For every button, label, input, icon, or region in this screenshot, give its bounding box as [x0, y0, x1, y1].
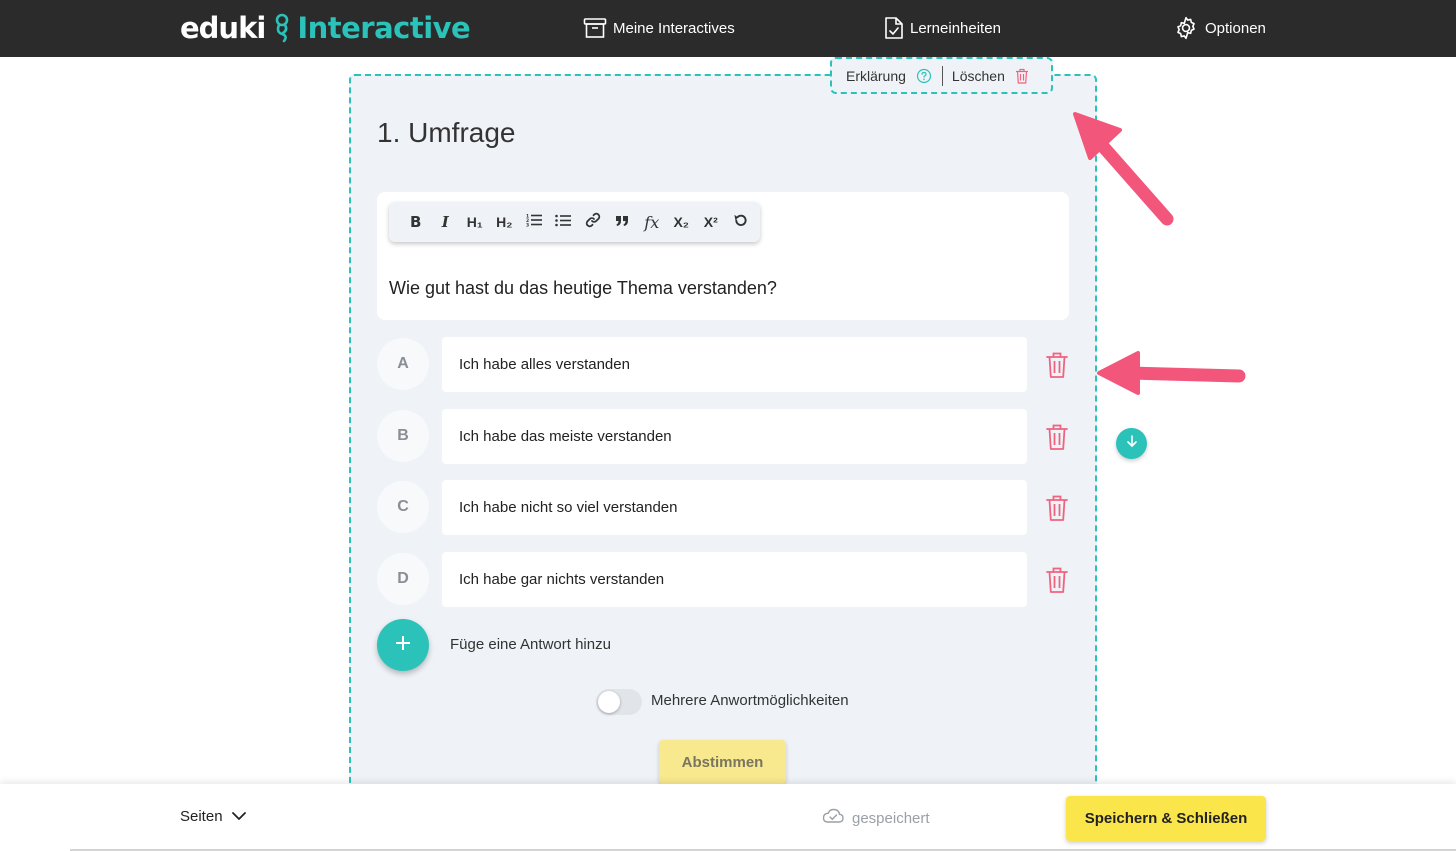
gear-icon	[1173, 15, 1199, 41]
bullet-list-icon	[555, 214, 572, 231]
option-input-b[interactable]: Ich habe das meiste verstanden	[442, 409, 1027, 464]
superscript-icon: X²	[703, 214, 718, 230]
nav-meine-interactives[interactable]: Meine Interactives	[583, 14, 735, 42]
option-letter-c: C	[377, 481, 429, 533]
plus-icon	[394, 634, 412, 657]
heading2-button[interactable]: H₂	[490, 207, 520, 237]
option-letter-d: D	[377, 553, 429, 605]
move-down-button[interactable]	[1116, 428, 1147, 459]
nav-lerneinheiten[interactable]: Lerneinheiten	[884, 14, 1001, 42]
trash-icon	[1045, 567, 1069, 598]
option-letter-a: A	[377, 338, 429, 390]
saved-label: gespeichert	[852, 809, 930, 827]
logo-eduki-text: eduki	[180, 11, 266, 45]
top-navigation: eduki Interactive Meine Interactives Ler…	[0, 0, 1456, 57]
add-answer-button[interactable]	[377, 619, 429, 671]
toggle-knob	[598, 691, 620, 713]
add-answer-label[interactable]: Füge eine Antwort hinzu	[450, 636, 611, 653]
nav-label: Lerneinheiten	[910, 19, 1001, 37]
bold-button[interactable]: B	[401, 207, 431, 237]
pages-dropdown[interactable]: Seiten	[180, 808, 247, 825]
bullet-list-button[interactable]	[549, 207, 579, 237]
undo-button[interactable]	[726, 207, 756, 237]
survey-title: 1. Umfrage	[377, 117, 516, 148]
bold-icon: B	[410, 213, 422, 231]
italic-icon: I	[441, 213, 449, 231]
arrow-down-icon	[1125, 434, 1139, 453]
trash-icon	[1045, 352, 1069, 383]
quote-button[interactable]	[608, 207, 638, 237]
annotation-arrow-icon	[1097, 351, 1246, 395]
option-input-c[interactable]: Ich habe nicht so viel verstanden	[442, 480, 1027, 535]
trash-icon	[1045, 424, 1069, 455]
link-icon	[585, 212, 601, 232]
help-circle-icon[interactable]	[916, 68, 932, 84]
pages-label: Seiten	[180, 808, 223, 825]
divider	[941, 65, 943, 86]
ordered-list-button[interactable]: 123	[519, 207, 549, 237]
nav-label: Optionen	[1205, 19, 1266, 37]
heading1-button[interactable]: H₁	[460, 207, 490, 237]
document-check-icon	[884, 16, 904, 40]
multiple-answers-label: Mehrere Anwortmöglichkeiten	[651, 692, 849, 709]
heading1-icon: H₁	[466, 214, 483, 230]
italic-button[interactable]: I	[431, 207, 461, 237]
vote-button[interactable]: Abstimmen	[659, 740, 786, 784]
delete-option-a-button[interactable]	[1045, 351, 1069, 379]
delete-option-b-button[interactable]	[1045, 423, 1069, 451]
option-input-a[interactable]: Ich habe alles verstanden	[442, 337, 1027, 392]
subscript-icon: X₂	[673, 214, 690, 230]
formatting-toolbar: B I H₁ H₂ 123 𝑓x X₂ X²	[389, 202, 760, 242]
delete-option-d-button[interactable]	[1045, 566, 1069, 594]
save-status: gespeichert	[822, 808, 930, 828]
question-text[interactable]: Wie gut hast du das heutige Thema versta…	[389, 278, 777, 299]
subscript-button[interactable]: X₂	[667, 207, 697, 237]
archive-box-icon	[583, 17, 607, 39]
link-button[interactable]	[578, 207, 608, 237]
formula-button[interactable]: 𝑓x	[637, 207, 667, 237]
trash-icon[interactable]	[1015, 68, 1029, 84]
explain-button[interactable]: Erklärung	[846, 68, 906, 84]
superscript-button[interactable]: X²	[696, 207, 726, 237]
save-and-close-button[interactable]: Speichern & Schließen	[1066, 796, 1266, 841]
chevron-down-icon	[231, 808, 247, 825]
delete-button[interactable]: Löschen	[952, 68, 1005, 84]
cloud-check-icon	[822, 808, 844, 828]
quote-icon	[615, 214, 629, 231]
nav-label: Meine Interactives	[613, 19, 735, 37]
formula-icon: 𝑓x	[644, 212, 660, 232]
card-actions-bar: Erklärung Löschen	[830, 57, 1053, 94]
nav-optionen[interactable]: Optionen	[1173, 14, 1266, 42]
ordered-list-icon: 123	[526, 213, 542, 231]
multiple-answers-toggle[interactable]	[596, 689, 642, 715]
delete-option-c-button[interactable]	[1045, 494, 1069, 522]
logo[interactable]: eduki Interactive	[180, 10, 471, 46]
trash-icon	[1045, 495, 1069, 526]
svg-text:3: 3	[526, 223, 529, 228]
heading2-icon: H₂	[496, 214, 513, 230]
logo-interactive-text: Interactive	[297, 11, 471, 45]
option-letter-b: B	[377, 410, 429, 462]
undo-icon	[733, 213, 748, 232]
option-input-d[interactable]: Ich habe gar nichts verstanden	[442, 552, 1027, 607]
logo-mark-icon	[273, 13, 291, 43]
